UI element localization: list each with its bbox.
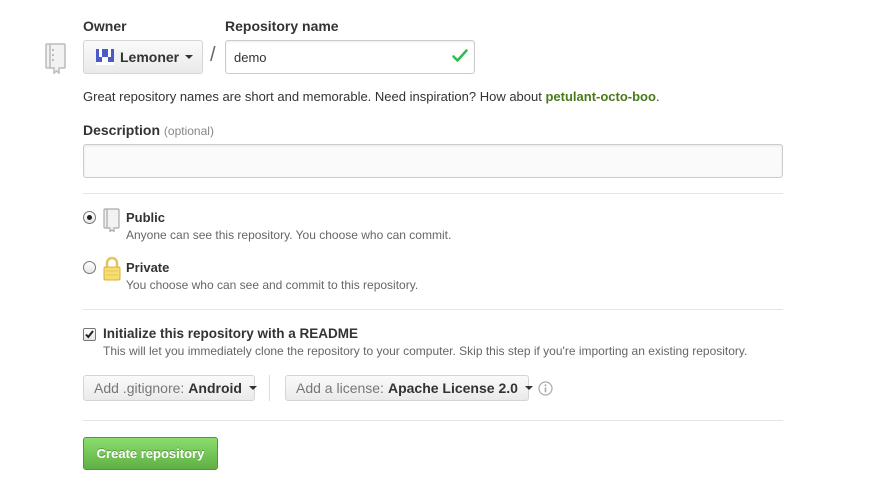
owner-label: Owner xyxy=(83,18,127,34)
divider xyxy=(83,420,783,421)
readme-checkbox[interactable] xyxy=(83,328,96,341)
owner-select-button[interactable]: Lemoner xyxy=(83,40,203,74)
owner-avatar-icon xyxy=(96,49,114,65)
private-description: You choose who can see and commit to thi… xyxy=(126,278,419,292)
repo-book-icon xyxy=(45,43,66,74)
description-label-text: Description xyxy=(83,122,161,138)
public-radio[interactable] xyxy=(83,211,96,224)
optional-hint: (optional) xyxy=(163,124,214,138)
repo-name-label: Repository name xyxy=(225,18,339,34)
description-label: Description (optional) xyxy=(83,122,214,138)
lock-icon xyxy=(103,256,121,281)
repo-name-input[interactable] xyxy=(225,40,475,74)
divider xyxy=(83,309,783,310)
license-select-button[interactable]: Add a license: Apache License 2.0 xyxy=(285,375,533,401)
license-value: Apache License 2.0 xyxy=(387,380,518,396)
divider xyxy=(269,375,270,401)
chevron-down-icon xyxy=(524,386,533,390)
repo-name-hint: Great repository names are short and mem… xyxy=(83,89,660,104)
info-icon[interactable] xyxy=(538,381,553,396)
readme-title: Initialize this repository with a README xyxy=(103,326,359,341)
owner-repo-separator: / xyxy=(210,44,216,66)
owner-selected-label: Lemoner xyxy=(120,49,180,65)
public-description: Anyone can see this repository. You choo… xyxy=(126,228,452,242)
private-radio[interactable] xyxy=(83,261,96,274)
chevron-down-icon xyxy=(248,386,257,390)
gitignore-value: Android xyxy=(188,380,242,396)
valid-check-icon xyxy=(452,49,468,62)
hint-suffix: . xyxy=(655,89,660,104)
checkmark-icon xyxy=(85,330,94,339)
license-prefix: Add a license: xyxy=(296,380,384,396)
public-title: Public xyxy=(126,210,166,225)
name-suggestion-link[interactable]: petulant-octo-boo xyxy=(545,89,655,104)
public-repo-icon xyxy=(103,208,120,232)
private-title: Private xyxy=(126,260,170,275)
hint-text: Great repository names are short and mem… xyxy=(83,89,546,104)
readme-description: This will let you immediately clone the … xyxy=(103,344,748,358)
divider xyxy=(83,193,783,194)
gitignore-prefix: Add .gitignore: xyxy=(94,380,185,396)
chevron-down-icon xyxy=(185,55,194,59)
gitignore-select-button[interactable]: Add .gitignore: Android xyxy=(83,375,257,401)
description-input[interactable] xyxy=(83,144,783,178)
create-repository-button[interactable]: Create repository xyxy=(83,437,218,470)
